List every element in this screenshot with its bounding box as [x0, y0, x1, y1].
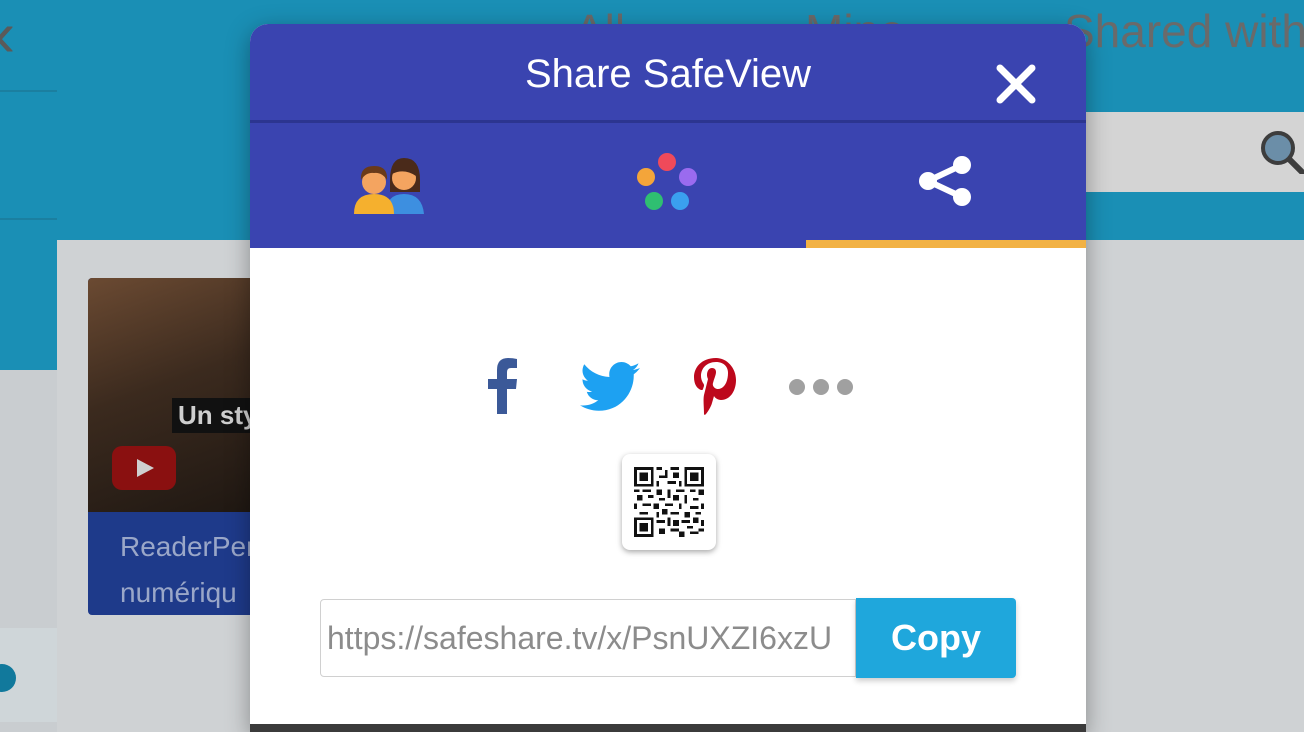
video-title-line: ReaderPer	[120, 531, 256, 562]
facebook-icon[interactable]	[486, 358, 518, 414]
social-share-row	[250, 354, 1086, 424]
colorful-dots-icon	[637, 153, 697, 210]
share-tabs	[250, 123, 1086, 248]
search-icon[interactable]	[1258, 128, 1304, 174]
modal-bottom-edge	[250, 724, 1086, 732]
video-card[interactable]: Un sty ReaderPer numériqu	[88, 278, 268, 615]
modal-title: Share SafeView	[524, 52, 812, 96]
close-icon[interactable]	[994, 62, 1038, 106]
tab-shared-with[interactable]: Shared with	[1064, 4, 1304, 58]
people-icon	[354, 158, 424, 214]
modal-header: Share SafeView	[250, 24, 1086, 120]
tab-share-link[interactable]	[806, 123, 1086, 248]
share-url-field[interactable]	[320, 599, 856, 677]
rail-divider	[0, 218, 57, 220]
back-icon[interactable]: ‹	[0, 2, 15, 66]
qr-code-button[interactable]	[622, 454, 716, 550]
tab-people[interactable]	[250, 123, 528, 248]
rail-divider	[0, 90, 57, 92]
share-icon	[919, 156, 971, 206]
copy-button[interactable]: Copy	[856, 598, 1016, 678]
tab-groups[interactable]	[528, 123, 806, 248]
twitter-icon[interactable]	[580, 362, 640, 412]
pinterest-icon[interactable]	[692, 358, 738, 416]
active-tab-indicator	[806, 240, 1086, 248]
youtube-play-icon[interactable]	[112, 446, 176, 490]
qr-code-icon	[634, 467, 704, 537]
more-icon[interactable]	[788, 378, 854, 396]
share-modal: Share SafeView https://safeshare.tv/x/Ps…	[250, 24, 1086, 732]
video-title: ReaderPer numériqu	[120, 524, 268, 615]
video-title-line: numériqu	[120, 577, 237, 608]
